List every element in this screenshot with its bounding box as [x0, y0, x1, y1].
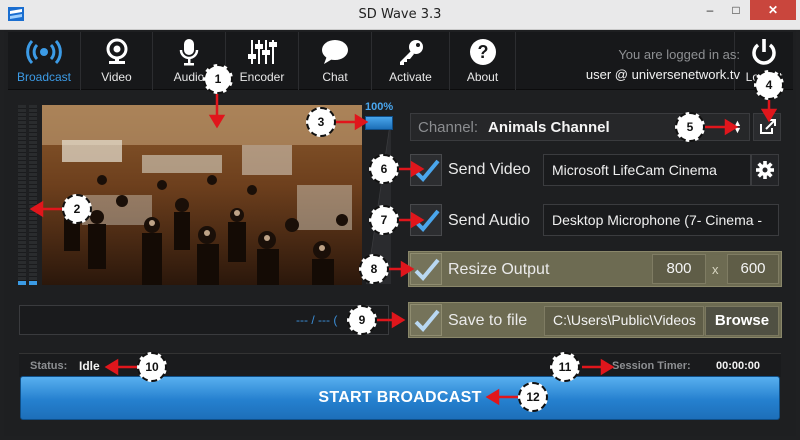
callout-badge: 1 — [203, 64, 233, 94]
arrowhead-2 — [29, 200, 44, 218]
callout-badge: 8 — [359, 254, 389, 284]
callout-badge: 7 — [369, 205, 399, 235]
callout-badge: 5 — [675, 112, 705, 142]
callout-badge: 2 — [62, 194, 92, 224]
callout-badge: 10 — [137, 352, 167, 382]
callout-badge: 9 — [347, 305, 377, 335]
callout-badge: 11 — [550, 352, 580, 382]
callout-badge: 6 — [369, 154, 399, 184]
callout-arrows — [29, 94, 778, 406]
arrowhead-8 — [400, 260, 415, 278]
arrowhead-12 — [485, 388, 500, 406]
arrowhead-10 — [104, 358, 119, 376]
arrowhead-11 — [600, 358, 615, 376]
arrowhead-4 — [760, 108, 778, 123]
arrowhead-9 — [391, 311, 406, 329]
callout-badge: 4 — [754, 70, 784, 100]
arrowhead-1 — [208, 114, 226, 129]
arrowhead-5 — [724, 118, 739, 136]
arrowhead-3 — [354, 113, 369, 131]
arrowhead-6 — [410, 160, 425, 178]
callout-badge: 12 — [518, 382, 548, 412]
callout-badge: 3 — [306, 107, 336, 137]
arrowhead-7 — [410, 211, 425, 229]
